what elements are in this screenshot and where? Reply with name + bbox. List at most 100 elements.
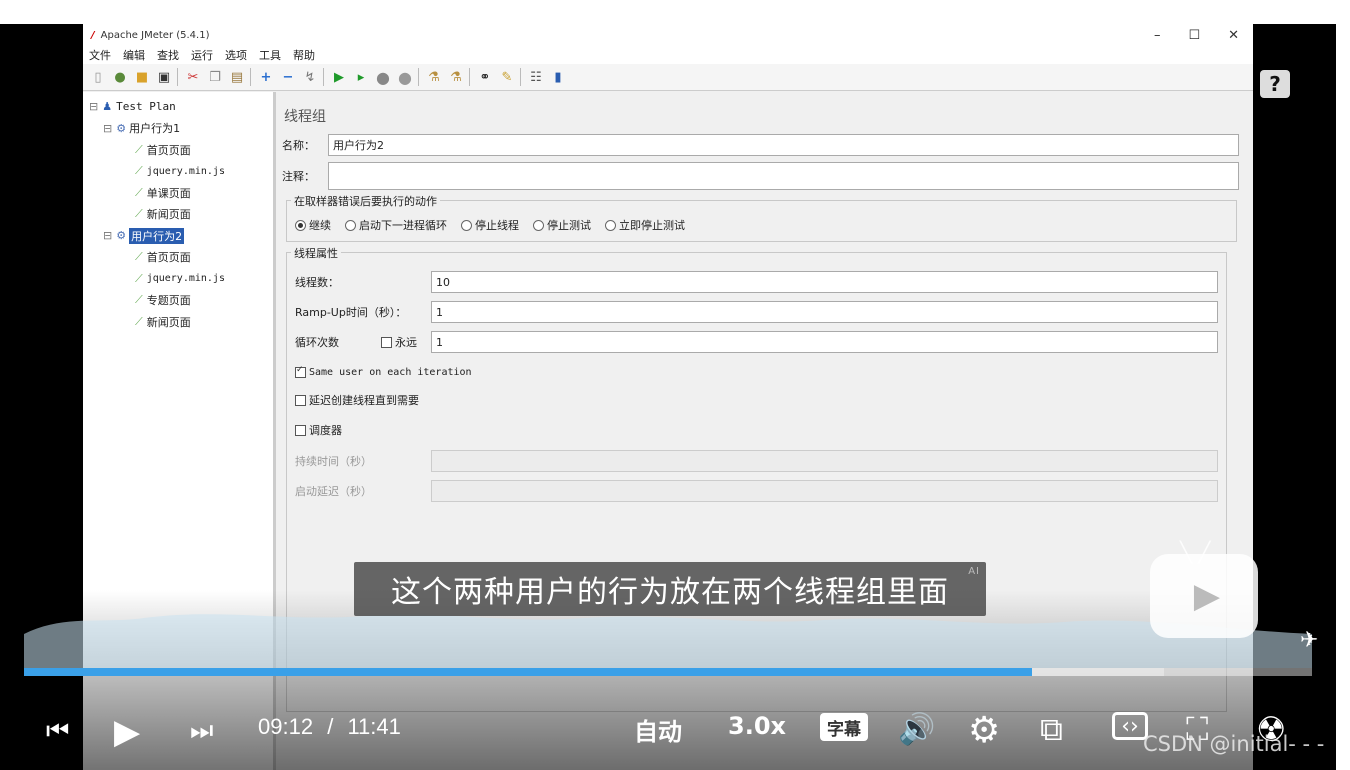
menu-options[interactable]: 选项 <box>225 47 247 63</box>
tree-node-label: jquery.min.js <box>146 165 225 177</box>
tree-node-sampler[interactable]: ⟋ 新闻页面 <box>83 311 273 333</box>
sampler-icon: ⟋ <box>135 293 143 307</box>
quality-button[interactable]: 自动 <box>634 712 682 747</box>
progress-bar[interactable] <box>24 668 1312 676</box>
reset-search-icon[interactable]: ✎ <box>498 68 516 86</box>
tree-node-label: Test Plan <box>116 100 176 114</box>
start-no-pause-icon[interactable]: ▸ <box>352 68 370 86</box>
toolbar-separator <box>418 68 421 86</box>
stop-icon[interactable]: ● <box>374 68 392 87</box>
tree-node-label: 首页页面 <box>146 143 191 157</box>
tree-node-sampler[interactable]: ⟋ 新闻页面 <box>83 204 273 226</box>
sampler-icon: ⟋ <box>135 271 143 285</box>
open-icon[interactable]: ■ <box>133 68 151 86</box>
volume-icon[interactable]: 🔊 <box>898 712 935 747</box>
sampler-icon: ⟋ <box>135 142 143 156</box>
search-icon[interactable]: ⚭ <box>476 68 494 86</box>
caption-button[interactable]: 字幕 <box>820 713 868 741</box>
clear-all-icon[interactable]: ⚗ <box>447 68 465 86</box>
csdn-watermark: CSDN @initial- - - <box>1143 732 1325 756</box>
tree-node-thread-group[interactable]: ⊟ ⚙ 用户行为1 <box>83 118 273 140</box>
duration-field[interactable] <box>431 450 1218 472</box>
name-field[interactable]: 用户行为2 <box>328 134 1239 156</box>
threads-field[interactable]: 10 <box>431 271 1218 293</box>
thread-group-icon: ⚙ <box>116 229 127 243</box>
subtitle-caption: 这个两种用户的行为放在两个线程组里面 AI <box>354 562 986 616</box>
minimize-button[interactable]: – <box>1154 28 1161 43</box>
delay-thread-creation-checkbox[interactable] <box>295 394 306 406</box>
settings-icon[interactable]: ⚙ <box>968 710 1000 751</box>
tree-node-sampler[interactable]: ⟋ 首页页面 <box>83 139 273 161</box>
tree-node-sampler[interactable]: ⟋ jquery.min.js <box>83 268 273 290</box>
paste-icon[interactable]: ▤ <box>228 68 246 86</box>
forever-label: 永远 <box>395 336 417 349</box>
tv-antenna-icon: ╲ ╱ <box>1180 540 1211 564</box>
current-time: 09:12 <box>258 714 314 739</box>
clear-icon[interactable]: ⚗ <box>425 68 443 86</box>
shutdown-icon[interactable]: ● <box>396 68 414 87</box>
tree-node-sampler[interactable]: ⟋ 单课页面 <box>83 182 273 204</box>
tree-node-test-plan[interactable]: ⊟ ♟ Test Plan <box>83 96 273 118</box>
menu-bar: 文件 编辑 查找 运行 选项 工具 帮助 <box>83 46 1253 64</box>
tree-node-sampler[interactable]: ⟋ 专题页面 <box>83 290 273 312</box>
tree-node-sampler[interactable]: ⟋ 首页页面 <box>83 247 273 269</box>
forever-checkbox[interactable] <box>381 336 392 348</box>
radio-continue[interactable]: 继续 <box>295 217 331 233</box>
collapse-icon[interactable]: − <box>279 68 297 86</box>
menu-help[interactable]: 帮助 <box>293 47 315 63</box>
close-button[interactable]: ✕ <box>1228 28 1239 43</box>
mini-player-icon[interactable]: ⧉ <box>1040 710 1063 749</box>
jmeter-logo-icon: / <box>91 29 95 41</box>
radio-stop-test[interactable]: 停止测试 <box>533 217 591 233</box>
radio-label: 立即停止测试 <box>619 219 685 232</box>
rampup-field[interactable]: 1 <box>431 301 1218 323</box>
tree-node-sampler[interactable]: ⟋ jquery.min.js <box>83 161 273 183</box>
expand-icon[interactable]: + <box>257 68 275 86</box>
tree-node-label: 专题页面 <box>146 294 191 308</box>
loop-count-field[interactable]: 1 <box>431 331 1218 353</box>
threads-label: 线程数： <box>295 276 339 289</box>
radio-stop-thread[interactable]: 停止线程 <box>461 217 519 233</box>
progress-thumb-icon[interactable]: ✈ <box>1300 628 1318 653</box>
startup-delay-label: 启动延迟（秒） <box>295 485 372 498</box>
save-icon[interactable]: ▣ <box>155 68 173 86</box>
copy-icon[interactable]: ❐ <box>206 68 224 86</box>
player-controls: ⏮ ▶ ⏭ 09:12 / 11:41 自动 3.0x 字幕 🔊 ⚙ ⧉ ‹› … <box>0 704 1336 754</box>
loop-label: 循环次数 <box>295 336 339 349</box>
menu-tools[interactable]: 工具 <box>259 47 281 63</box>
toggle-icon[interactable]: ↯ <box>301 68 319 86</box>
speed-button[interactable]: 3.0x <box>728 712 786 740</box>
menu-edit[interactable]: 编辑 <box>123 47 145 63</box>
tree-node-label: 新闻页面 <box>146 208 191 222</box>
help-icon[interactable]: ? <box>1260 70 1290 98</box>
menu-file[interactable]: 文件 <box>89 47 111 63</box>
play-icon[interactable]: ▶ <box>114 712 140 752</box>
next-icon[interactable]: ⏭ <box>190 716 213 747</box>
tree-node-label: 单课页面 <box>146 186 191 200</box>
startup-delay-field[interactable] <box>431 480 1218 502</box>
radio-stop-test-now[interactable]: 立即停止测试 <box>605 217 685 233</box>
menu-run[interactable]: 运行 <box>191 47 213 63</box>
help-icon[interactable]: ▮ <box>549 68 567 86</box>
comment-field[interactable] <box>328 162 1239 190</box>
sampler-icon: ⟋ <box>135 185 143 199</box>
previous-icon[interactable]: ⏮ <box>46 716 69 747</box>
start-icon[interactable]: ▶ <box>330 68 348 86</box>
new-icon[interactable]: ▯ <box>89 68 107 86</box>
function-helper-icon[interactable]: ☷ <box>527 68 545 86</box>
radio-start-next-loop[interactable]: 启动下一进程循环 <box>345 217 447 233</box>
collapse-toggle-icon[interactable]: ⊟ <box>103 122 112 135</box>
collapse-toggle-icon[interactable]: ⊟ <box>103 229 112 242</box>
tree-node-thread-group[interactable]: ⊟ ⚙ 用户行为2 <box>83 225 273 247</box>
same-user-checkbox[interactable] <box>295 365 306 378</box>
same-user-label: Same user on each iteration <box>309 367 472 378</box>
scheduler-checkbox[interactable] <box>295 424 306 436</box>
play-glyph-icon: ▶ <box>1193 576 1221 616</box>
cut-icon[interactable]: ✂ <box>184 68 202 86</box>
error-action-title: 在取样器错误后要执行的动作 <box>291 193 440 209</box>
templates-icon[interactable]: ● <box>111 68 129 86</box>
maximize-button[interactable]: ☐ <box>1188 28 1200 43</box>
menu-search[interactable]: 查找 <box>157 47 179 63</box>
collapse-toggle-icon[interactable]: ⊟ <box>89 100 98 113</box>
video-player[interactable]: / Apache JMeter (5.4.1) – ☐ ✕ 文件 编辑 查找 运… <box>0 24 1336 770</box>
